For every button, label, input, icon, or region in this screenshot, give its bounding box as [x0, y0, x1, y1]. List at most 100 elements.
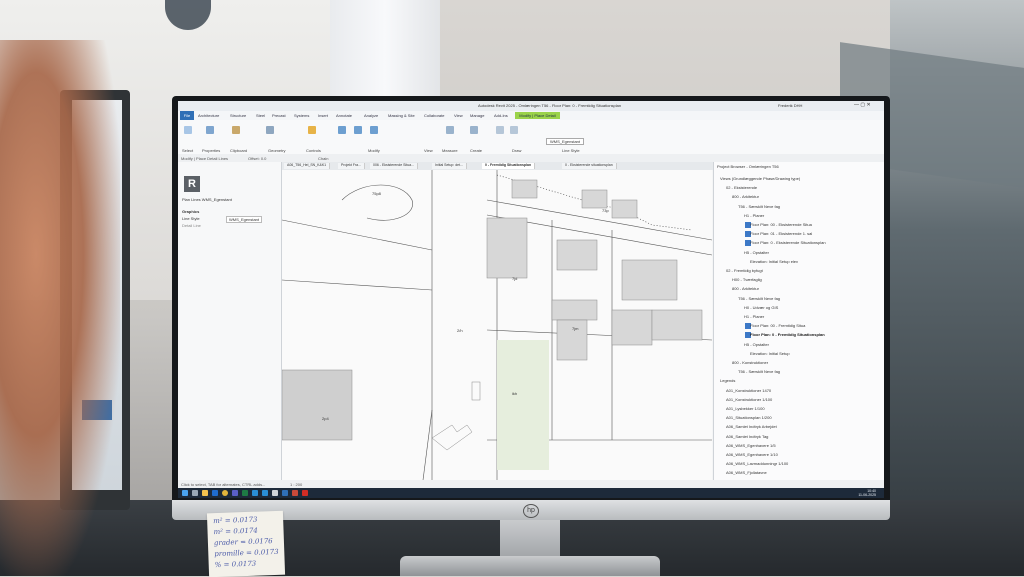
tab-insert[interactable]: Insert	[318, 113, 328, 118]
project-browser: Project Browser - Omlæringen T56 Views (…	[713, 162, 884, 480]
browser-tree-item[interactable]: 800 - Arkitektur	[732, 286, 759, 291]
file-tab[interactable]: File	[180, 111, 194, 120]
browser-tree-item[interactable]: A01_Lysbekker 1/100	[726, 406, 765, 411]
tab-analyze[interactable]: Analyze	[364, 113, 378, 118]
tab-precast[interactable]: Precast	[272, 113, 286, 118]
outlook-icon[interactable]	[212, 490, 218, 496]
browser-tree-item[interactable]: A06_WMS_Fjollatavne	[726, 470, 767, 475]
browser-tree-item[interactable]: A06_Samlet Indtryk Tag	[726, 434, 768, 439]
browser-tree-item[interactable]: Floor Plan: 00 - Fremtidig Situa	[750, 323, 805, 328]
browser-tree-item[interactable]: A01_Situationsplan 1/200	[726, 415, 772, 420]
browser-tree-item[interactable]: Floor Plan: 01 - Eksisterende 1. sal	[750, 231, 812, 236]
browser-tree-item[interactable]: Floor Plan: 0 - Fremtidig Situationsplan	[750, 332, 825, 337]
monitor-stand-base	[400, 556, 660, 576]
excel-icon[interactable]	[242, 490, 248, 496]
revit-taskbar-icon[interactable]	[282, 490, 288, 496]
tab-addins[interactable]: Add-Ins	[494, 113, 508, 118]
group-controls: Controls	[306, 148, 321, 153]
acrobat-icon[interactable]	[302, 490, 308, 496]
browser-tree-item[interactable]: 800 - Arkitektur	[732, 194, 759, 199]
road-edge	[422, 409, 433, 480]
windows-start-icon[interactable]	[182, 490, 188, 496]
line-style-label: Line Style	[182, 216, 200, 221]
app-icon[interactable]	[262, 490, 268, 496]
teams-icon[interactable]	[232, 490, 238, 496]
browser-tree-item[interactable]: 02 - Eksisterende	[726, 185, 757, 190]
view-scale[interactable]: 1 : 200	[290, 482, 302, 487]
user-name[interactable]: Frederik DHH	[778, 103, 802, 108]
rotate-icon[interactable]	[354, 126, 362, 134]
browser-tree-item[interactable]: H1 - Planer	[744, 213, 764, 218]
tab-view[interactable]: View	[454, 113, 463, 118]
mirror-icon[interactable]	[370, 126, 378, 134]
doc-tab[interactable]: 0 - Eksisterende situationsplan	[562, 163, 617, 169]
browser-tree-item[interactable]: A06_WMS_Egenhavere 1/10	[726, 452, 778, 457]
search-icon[interactable]	[192, 490, 198, 496]
browser-tree-item[interactable]: H1 - Planer	[744, 314, 764, 319]
context-tab-modify[interactable]: Modify | Place Detail Lines	[515, 112, 560, 125]
line-style-dropdown[interactable]: WMS_Egenstant	[546, 138, 585, 145]
file-explorer-icon[interactable]	[202, 490, 208, 496]
line-style-value[interactable]: WMS_Egenstant	[226, 216, 263, 223]
titlebar: Autodesk Revit 2025 - Omlæringen T56 - F…	[178, 101, 884, 111]
doc-tab[interactable]: Projekt Fra...	[338, 163, 366, 169]
properties-icon[interactable]	[206, 126, 214, 134]
arc-draw-icon[interactable]	[510, 126, 518, 134]
activate-icon[interactable]	[308, 126, 316, 134]
tab-systems[interactable]: Systems	[294, 113, 309, 118]
chrome-icon[interactable]	[222, 490, 228, 496]
window-controls[interactable]: — ▢ ✕	[854, 102, 871, 108]
line-draw-icon[interactable]	[496, 126, 504, 134]
paste-icon[interactable]	[232, 126, 240, 134]
browser-tree-item[interactable]: Floor Plan: 0 - Eksisterende Situationsp…	[750, 240, 826, 245]
measure-icon[interactable]	[446, 126, 454, 134]
doc-tab[interactable]: Initial Setup: det...	[432, 163, 468, 169]
taskbar-clock[interactable]: 10:40 11-06-2025	[858, 489, 876, 497]
browser-tree-item[interactable]: A06_Samlet Indtryk Arbejdet	[726, 424, 777, 429]
browser-tree-item[interactable]: Elevation: Initial Setup elev	[750, 259, 798, 264]
tab-steel[interactable]: Steel	[256, 113, 265, 118]
move-icon[interactable]	[338, 126, 346, 134]
join-icon[interactable]	[266, 126, 274, 134]
browser-tree-item[interactable]: 800 - Konstruktioner	[732, 360, 768, 365]
browser-tree-item[interactable]: Floor Plan: 00 - Eksisterende Situa	[750, 222, 812, 227]
building	[651, 309, 703, 341]
browser-tree-item[interactable]: T56 - Særskilt Neve fag	[738, 296, 780, 301]
doc-tab[interactable]: A06_T56_Hel_SN_K&K1	[284, 163, 331, 169]
browser-tree-item[interactable]: T56 - Særskilt Neve fag	[738, 369, 780, 374]
create-icon[interactable]	[470, 126, 478, 134]
browser-tree-item[interactable]: Elevation: Initial Setup	[750, 351, 790, 356]
browser-tree-item[interactable]: A06_WMS_Egenhavere 1/5	[726, 443, 776, 448]
drawing-canvas[interactable]: 75p8 7jd 2/h 2p4 ikh 73p 7jm	[282, 162, 712, 480]
type-selector[interactable]: Plan Lines WMS_Egenstant	[182, 197, 232, 202]
tab-structure[interactable]: Structure	[230, 113, 246, 118]
doc-tab-active[interactable]: 0 - Fremtidig Situationsplan	[482, 163, 536, 169]
chain-checkbox[interactable]: Chain	[318, 156, 328, 161]
group-measure: Measure	[442, 148, 458, 153]
tab-manage[interactable]: Manage	[470, 113, 484, 118]
browser-tree-item[interactable]: Views (Grundlæggende Phase/Drawing type)	[720, 176, 800, 181]
app-icon[interactable]	[252, 490, 258, 496]
tab-massing[interactable]: Massing & Site	[388, 113, 415, 118]
app-icon[interactable]	[272, 490, 278, 496]
revit-logo-icon: R	[184, 176, 200, 192]
tab-architecture[interactable]: Architecture	[198, 113, 219, 118]
offset-field[interactable]: Offset: 0.0	[248, 156, 266, 161]
browser-tree-item[interactable]: H5 - Opstalter	[744, 342, 769, 347]
doc-tab[interactable]: 006 - Eksisterende Situa...	[370, 163, 419, 169]
browser-tree-item[interactable]: A01_Konstruktioner 1/100	[726, 397, 772, 402]
sticky-note: m² = 0.0173 m² = 0.0174 grader = 0.0176 …	[206, 510, 286, 577]
modify-icon[interactable]	[184, 126, 192, 134]
stepped-building	[431, 424, 473, 451]
browser-tree-item[interactable]: Legends	[720, 378, 735, 383]
browser-tree-item[interactable]: T56 - Særskilt Neve fag	[738, 204, 780, 209]
app-icon[interactable]	[292, 490, 298, 496]
browser-tree-item[interactable]: 02 - Fremtidig byfugt	[726, 268, 763, 273]
tab-annotate[interactable]: Annotate	[336, 113, 352, 118]
browser-tree-item[interactable]: A01_Konstruktioner 1470	[726, 388, 771, 393]
browser-tree-item[interactable]: A06_WMS_Lavmaddunningr 1/100	[726, 461, 788, 466]
browser-tree-item[interactable]: H00 - Tværfaglig	[732, 277, 762, 282]
browser-tree-item[interactable]: H5 - Opstalter	[744, 250, 769, 255]
tab-collaborate[interactable]: Collaborate	[424, 113, 444, 118]
browser-tree-item[interactable]: H0 - Udvær og GIS	[744, 305, 778, 310]
